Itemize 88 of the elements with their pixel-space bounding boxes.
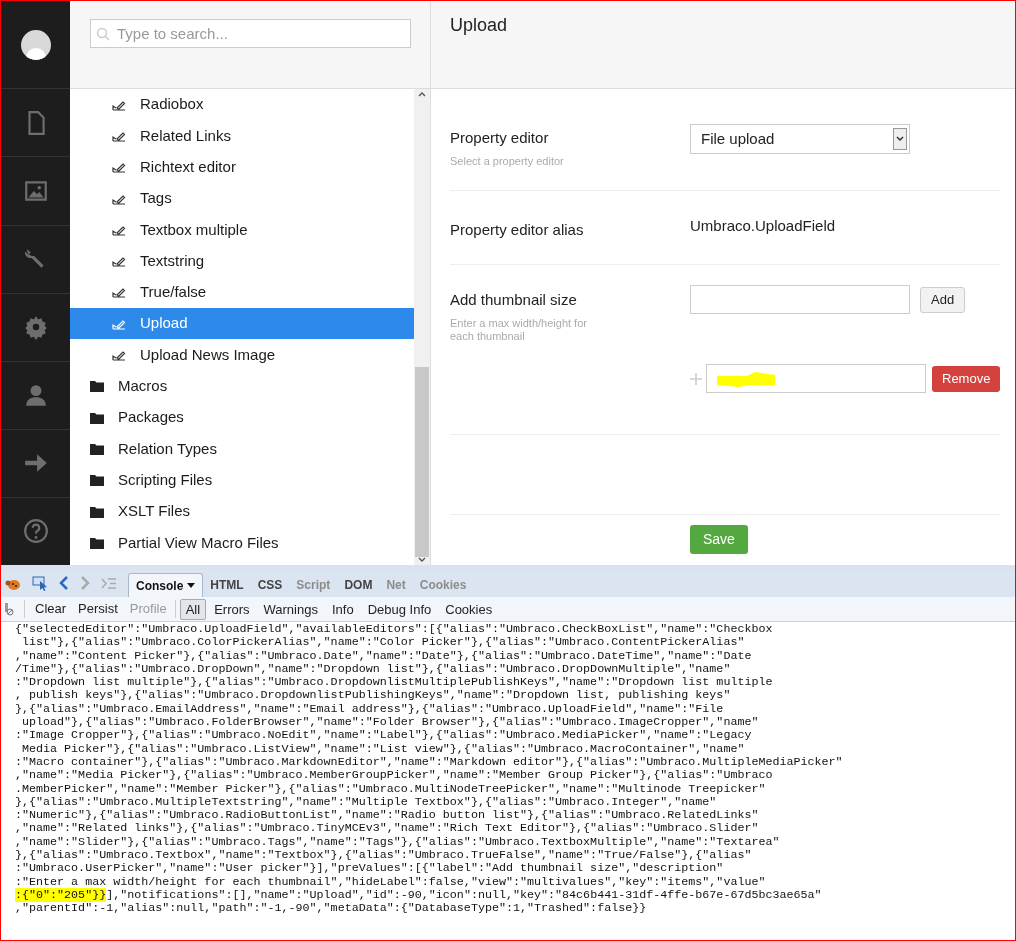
devtools-tab[interactable]: DOM [337, 573, 380, 597]
tree-item[interactable]: Textstring [70, 245, 414, 277]
edit-icon [112, 349, 126, 361]
drag-handle-icon[interactable] [690, 372, 702, 385]
console-log-line: {"selectedEditor":"Umbraco.UploadField","availableEditors":[{"alias":"Umbraco.CheckBoxList","name":"Checkbox [15, 623, 774, 637]
field-label: Add thumbnail size [450, 290, 578, 310]
bug-icon[interactable] [5, 578, 21, 591]
thumbnail-size-input[interactable] [690, 285, 910, 314]
add-button[interactable]: Add [920, 286, 966, 313]
field-description: Select a property editor [450, 153, 565, 169]
inspect-icon[interactable] [32, 576, 48, 591]
console-log-line: :"Numeric"},{"alias":"Umbraco.RadioButtonList","name":"Radio button list"},{"alias":"Umbraco.RelatedLinks" [15, 809, 760, 823]
help-icon[interactable] [22, 518, 49, 545]
folder-icon [90, 411, 104, 424]
tree-item[interactable]: Related Links [70, 120, 414, 152]
console-log-line: :"Image Cropper"},{"alias":"Umbraco.NoEdit","name":"Label"},{"alias":"Umbraco.MediaPicker","name":"Legacy [15, 729, 753, 743]
console-filter[interactable]: Cookies [439, 598, 499, 620]
image-icon[interactable] [22, 178, 49, 204]
remove-button[interactable]: Remove [932, 365, 1001, 392]
command-line-icon[interactable] [101, 578, 117, 589]
console-log-line: ,"name":"Media Picker"},{"alias":"Umbraco.MemberGroupPicker","name":"Member Group Picker"},{"alias":"Umbraco [15, 769, 774, 783]
forward-icon[interactable] [80, 576, 90, 590]
console-log-line: :"Macro container"},{"alias":"Umbraco.MarkdownEditor","name":"Markdown editor"},{"alias":"Umbraco.MultipleMediaPicker" [15, 755, 844, 770]
tree-item[interactable]: Tags [70, 182, 414, 215]
console-log-line: ,"name":"Content Picker"},{"alias":"Umbraco.Date","name":"Date"},{"alias":"Umbraco.DateTime","name":"Date [15, 649, 753, 663]
console-log-line: :"Enter a max width/height for each thumbnail","hideLabel":false,"view":"multivalues","key":"items","value" [15, 875, 767, 889]
tree-item[interactable]: Macros [70, 370, 414, 402]
scrollbar[interactable] [414, 89, 430, 565]
search-icon [96, 27, 110, 41]
avatar-icon[interactable] [20, 29, 51, 60]
console-log-line: ,"name":"Related links"},{"alias":"Umbraco.TinyMCEv3","name":"Rich Text Editor"},{"alias":"Umbraco.Slider" [15, 822, 760, 836]
console-filter[interactable]: Warnings [257, 598, 324, 620]
folder-icon [90, 442, 104, 455]
caret-icon [187, 583, 196, 588]
console-log-line: },{"alias":"Umbraco.EmailAddress","name":"Email address"},{"alias":"Umbraco.UploadField","name":"File [15, 702, 725, 717]
console-log-line: upload"},{"alias":"Umbraco.FolderBrowser","name":"Folder Browser"},{"alias":"Umbraco.ImageCropper","name" [21, 716, 760, 730]
console-action[interactable]: Clear [35, 599, 67, 619]
field-description: Enter a max width/height for each thumbnail [450, 316, 588, 343]
scroll-down-icon[interactable] [418, 557, 426, 563]
devtools-tab[interactable]: Console [128, 573, 204, 597]
console-log-line: /Time"},{"alias":"Umbraco.DropDown","name":"Dropdown list"},{"alias":"Umbraco.DropDownMultiple","name" [15, 662, 732, 677]
console-filter[interactable]: Info [325, 598, 360, 620]
console-log-line: },{"alias":"Umbraco.MultipleTextstring","name":"Multiple Textbox"},{"alias":"Umbraco.Integer","name" [15, 795, 718, 810]
console-action[interactable]: Persist [78, 599, 118, 619]
console-log-line: ,"name":"Slider"},{"alias":"Umbraco.Tags","name":"Tags"},{"alias":"Umbraco.TextboxMultiple","name":"Textarea" [15, 835, 781, 850]
search-field[interactable]: Type to search... [90, 19, 411, 48]
devtools-tab[interactable]: HTML [203, 573, 251, 597]
console-filter[interactable]: Debug Info [361, 598, 438, 620]
console-log-line: },{"alias":"Umbraco.Textbox","name":"Textbox"},{"alias":"Umbraco.TrueFalse","name":"True/False"},{"alias" [15, 849, 753, 863]
folder-icon [90, 505, 104, 518]
console-log-line: ,"parentId":-1,"alias":null,"path":"-1,-90","metaData":{"DatabaseType":1,"Trashed":false}} [15, 902, 648, 916]
scroll-up-icon[interactable] [418, 91, 426, 97]
tree-item[interactable]: Scripting Files [70, 464, 414, 496]
console-filter[interactable]: Errors [208, 598, 256, 620]
console-filter[interactable]: All [179, 598, 207, 620]
console-log-line: Media Picker"},{"alias":"Umbraco.ListView","name":"List view"},{"alias":"Umbraco.MacroContainer","name" [21, 742, 746, 756]
console-log-line: :{"0":"205"}}],"notifications":[],"name":"Upload","id":-90,"icon":null,"key":"84c6b441-31df-4ffe-b67e-67d5bc3ae65a" [15, 888, 823, 903]
tree-item[interactable]: Partial View Macro Files [70, 527, 414, 559]
console-log-line: list"},{"alias":"Umbraco.ColorPickerAlias","name":"Color Picker"},{"alias":"Umbraco.ContentPickerAlias" [21, 636, 746, 650]
console-log-line: .MemberPicker","name":"Member Picker"},{"alias":"Umbraco.MultiNodeTreePicker","name":"Multinode Treepicker" [15, 782, 767, 796]
pin-icon[interactable] [4, 602, 14, 616]
back-icon[interactable] [59, 576, 69, 590]
tree-item[interactable]: Upload [70, 308, 414, 340]
field-label: Property editor alias [450, 220, 585, 241]
tree-item[interactable]: Richtext editor [70, 151, 414, 183]
highlight-mark [715, 369, 777, 388]
tree-item[interactable]: Packages [70, 401, 414, 434]
console-log-line: , publish keys"},{"alias":"Umbraco.DropdownlistPublishingKeys","name":"Dropdown list, publishing keys" [15, 689, 732, 703]
field-value: Umbraco.UploadField [690, 216, 836, 237]
tree-item[interactable]: XSLT Files [70, 495, 414, 528]
folder-icon [90, 380, 104, 393]
edit-icon [112, 161, 126, 174]
devtools-tab[interactable]: CSS [250, 573, 290, 597]
console-log-line: :"Dropdown list multiple"},{"alias":"Umbraco.DropdownlistMultiplePublishKeys","name":"Dropdown list multiple [15, 676, 774, 690]
console-log-line: :"Umbraco.UserPicker","name":"User picker"}],"preValues":[{"label":"Add thumbnail size","description" [15, 862, 725, 876]
thumbnail-size-input[interactable] [706, 364, 926, 393]
tree-item[interactable]: Relation Types [70, 433, 414, 465]
edit-icon [112, 286, 126, 299]
page-title: Upload [450, 14, 509, 37]
folder-icon [90, 474, 104, 487]
edit-icon [112, 255, 126, 268]
tree-item[interactable]: Textbox multiple [70, 214, 414, 246]
folder-icon [90, 536, 104, 549]
property-editor-select[interactable]: File upload [690, 124, 910, 154]
tree-item[interactable]: Radiobox [70, 89, 414, 121]
tree-item[interactable]: Upload News Image [70, 339, 414, 371]
tree-item[interactable]: True/false [70, 276, 414, 309]
field-label: Property editor [450, 128, 550, 148]
